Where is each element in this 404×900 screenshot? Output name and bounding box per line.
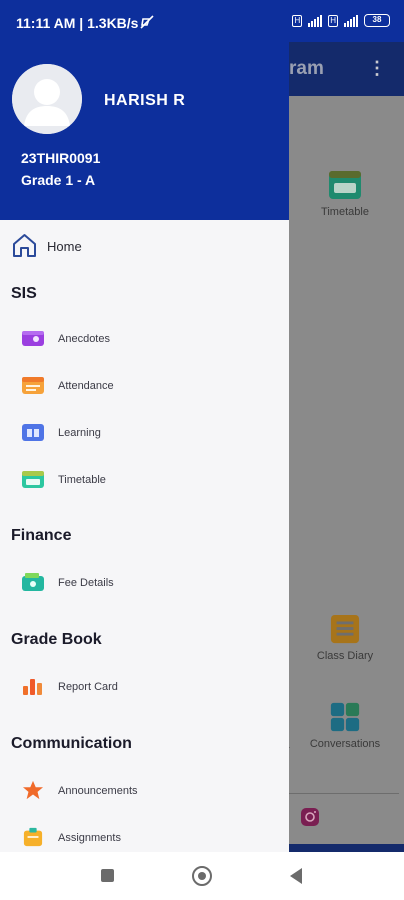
- background-divider: [289, 793, 399, 794]
- drawer-item-label: Timetable: [58, 474, 106, 486]
- status-icons: H H 38: [292, 14, 390, 27]
- drawer-item-label: Assignments: [58, 832, 121, 844]
- background-tile-conversations: Conversations: [295, 702, 395, 750]
- drawer-item-label: Home: [47, 239, 82, 254]
- drawer-item-label: Fee Details: [58, 577, 114, 589]
- drawer-item-timetable[interactable]: Timetable: [0, 465, 289, 495]
- signal-2-icon: [344, 14, 358, 27]
- avatar-placeholder-icon: [12, 64, 82, 134]
- home-nav-icon[interactable]: [192, 866, 212, 886]
- drawer-item-learning[interactable]: Learning: [0, 418, 289, 448]
- system-nav-bar: [0, 852, 404, 900]
- background-app-title: ram: [289, 58, 324, 79]
- status-bar: 11:11 AM | 1.3KB/s H H 38: [0, 0, 404, 42]
- learning-icon: [22, 424, 44, 441]
- sim-2-icon: H: [328, 14, 338, 27]
- timetable-icon: [329, 171, 361, 199]
- drawer-item-fee-details[interactable]: Fee Details: [0, 568, 289, 598]
- avatar[interactable]: [12, 64, 82, 134]
- assignments-icon: [23, 827, 43, 847]
- status-time: 11:11 AM | 1.3KB/s: [16, 15, 139, 31]
- announcements-icon: [23, 780, 43, 800]
- drawer-item-assignments[interactable]: Assignments: [0, 823, 289, 852]
- background-bottom-strip: [289, 844, 404, 852]
- navigation-drawer: HARISH R 23THIR0091 Grade 1 - A Home SIS…: [0, 42, 289, 852]
- background-tile-class-diary: Class Diary: [295, 614, 395, 662]
- fee-details-icon: [22, 573, 44, 591]
- home-icon: [13, 234, 36, 257]
- background-tile-label-fragment: r: [289, 744, 290, 756]
- sim-1-icon: H: [292, 14, 303, 27]
- background-app-scrim[interactable]: ram ⋮ Timetable Class Diary Conversation…: [289, 42, 404, 852]
- drawer-item-home[interactable]: Home: [0, 230, 289, 260]
- class-diary-icon: [330, 614, 360, 644]
- profile-name: HARISH R: [104, 92, 186, 109]
- section-title-finance: Finance: [11, 527, 72, 544]
- drawer-item-anecdotes[interactable]: Anecdotes: [0, 324, 289, 354]
- report-card-icon: [23, 679, 42, 695]
- drawer-item-label: Attendance: [58, 380, 114, 392]
- conversations-icon: [330, 702, 360, 732]
- instagram-icon: [301, 808, 319, 826]
- drawer-item-label: Learning: [58, 427, 101, 439]
- attendance-icon: [22, 377, 44, 394]
- section-title-communication: Communication: [11, 735, 132, 752]
- drawer-item-label: Report Card: [58, 681, 118, 693]
- timetable-icon: [22, 471, 44, 488]
- background-tile-timetable: Timetable: [295, 170, 395, 218]
- section-title-sis: SIS: [11, 285, 37, 302]
- section-title-grade-book: Grade Book: [11, 631, 102, 648]
- drawer-header: HARISH R 23THIR0091 Grade 1 - A: [0, 42, 289, 220]
- drawer-item-report-card[interactable]: Report Card: [0, 672, 289, 702]
- recents-icon[interactable]: [101, 869, 114, 882]
- battery-icon: 38: [364, 14, 390, 27]
- background-app-bar: ram ⋮: [289, 42, 404, 96]
- back-icon[interactable]: [290, 868, 302, 884]
- silent-icon: [140, 15, 154, 29]
- drawer-item-attendance[interactable]: Attendance: [0, 371, 289, 401]
- profile-student-id: 23THIR0091: [21, 150, 101, 166]
- profile-grade: Grade 1 - A: [21, 172, 96, 188]
- more-vert-icon: ⋮: [368, 58, 386, 78]
- drawer-item-label: Announcements: [58, 785, 138, 797]
- anecdotes-icon: [22, 331, 44, 346]
- drawer-item-label: Anecdotes: [58, 333, 110, 345]
- drawer-item-announcements[interactable]: Announcements: [0, 776, 289, 806]
- signal-1-icon: [308, 14, 323, 27]
